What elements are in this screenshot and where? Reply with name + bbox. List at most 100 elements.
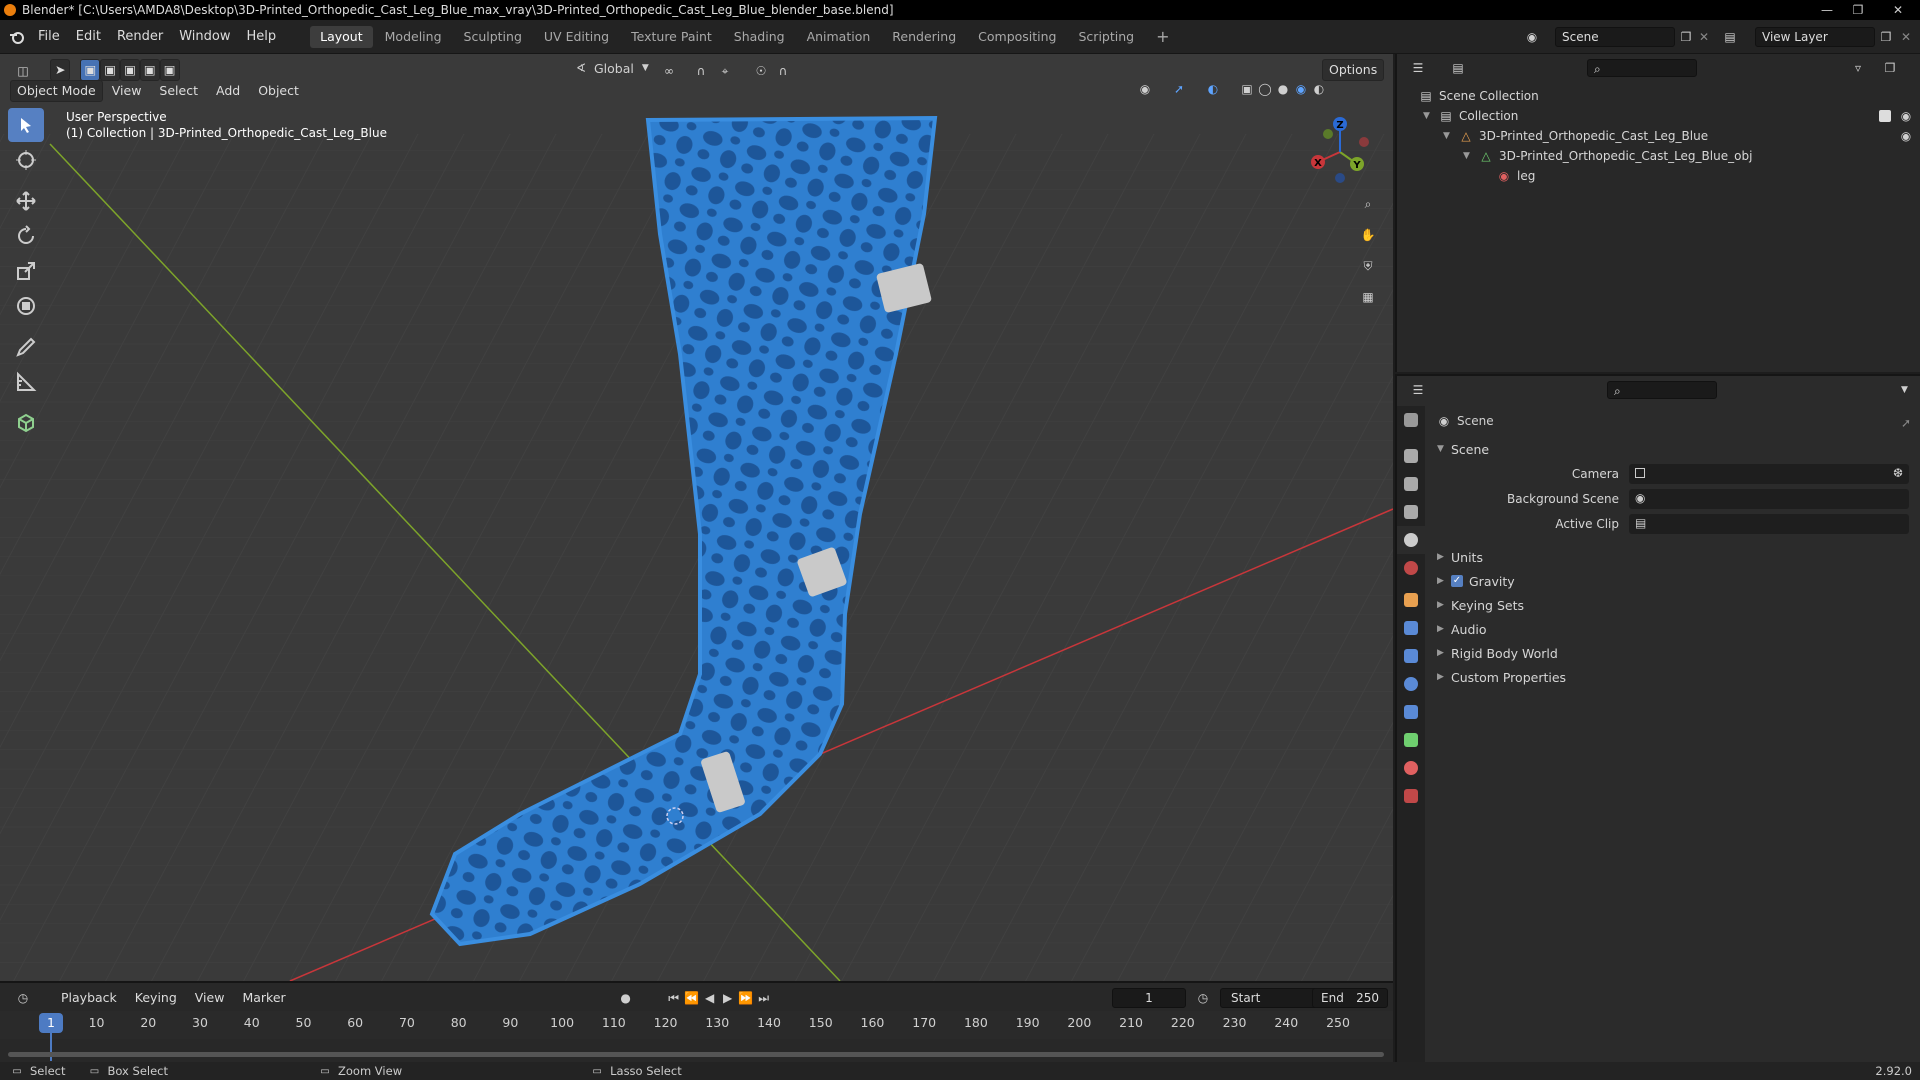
xray-icon[interactable]: ▣ [1238, 80, 1256, 98]
ortho-grid-icon[interactable]: ▦ [1354, 283, 1382, 311]
chevron-down-icon[interactable]: ▼ [1901, 385, 1908, 395]
tab-rendering[interactable]: Rendering [882, 26, 966, 48]
world-tab-icon[interactable] [1397, 554, 1425, 582]
minimize-button[interactable]: — [1812, 0, 1842, 20]
units-panel[interactable]: ▶ Units [1437, 546, 1483, 568]
solid-shading-icon[interactable]: ● [1274, 80, 1292, 98]
gravity-panel[interactable]: ▶ ✓ Gravity [1437, 570, 1515, 592]
render-tab-icon[interactable] [1397, 442, 1425, 470]
material-shading-icon[interactable]: ◉ [1292, 80, 1310, 98]
cursor-tool-icon[interactable] [8, 143, 44, 177]
active-clip-field[interactable]: ▤ [1629, 514, 1909, 534]
viewport-menu-object[interactable]: Object [249, 80, 308, 102]
scene-icon[interactable]: ◉ [1523, 28, 1541, 46]
tab-texture-paint[interactable]: Texture Paint [621, 26, 722, 48]
tab-animation[interactable]: Animation [797, 26, 881, 48]
outliner-search-input[interactable]: ⌕ [1587, 59, 1697, 77]
select-box-tool-icon[interactable] [8, 108, 44, 142]
eye-icon[interactable]: ◉ [1897, 127, 1915, 145]
expand-icon[interactable]: ▼ [1423, 111, 1437, 121]
prev-keyframe-icon[interactable]: ⏪ [683, 989, 701, 1007]
move-tool-icon[interactable] [8, 184, 44, 218]
current-frame-field[interactable]: 1 [1112, 988, 1186, 1008]
pan-hand-icon[interactable]: ✋ [1354, 221, 1382, 249]
object-tab-icon[interactable] [1397, 586, 1425, 614]
next-keyframe-icon[interactable]: ⏩ [737, 989, 755, 1007]
mode-selector[interactable]: Object Mode [10, 80, 103, 102]
measure-tool-icon[interactable] [8, 365, 44, 399]
maximize-button[interactable]: ❐ [1843, 0, 1873, 20]
timeline-menu-keying[interactable]: Keying [126, 987, 186, 1009]
view-layer-selector[interactable]: View Layer [1755, 27, 1875, 47]
keying-sets-panel[interactable]: ▶ Keying Sets [1437, 594, 1524, 616]
tab-shading[interactable]: Shading [724, 26, 795, 48]
material-tab-icon[interactable] [1397, 754, 1425, 782]
exclude-checkbox[interactable] [1879, 110, 1891, 122]
display-mode-icon[interactable]: ▤ [1449, 59, 1467, 77]
view-layer-tab-icon[interactable] [1397, 498, 1425, 526]
outliner-editor-icon[interactable]: ☰ [1409, 59, 1427, 77]
outliner-row-material[interactable]: ◉ leg [1397, 166, 1920, 186]
menu-file[interactable]: File [30, 20, 68, 54]
delete-scene-icon[interactable]: ✕ [1695, 28, 1713, 46]
modifier-tab-icon[interactable] [1397, 614, 1425, 642]
viewport-menu-select[interactable]: Select [150, 80, 207, 102]
pivot-point-icon[interactable]: ∞ [660, 62, 678, 80]
close-button[interactable]: ✕ [1878, 0, 1918, 20]
wireframe-shading-icon[interactable]: ◯ [1256, 80, 1274, 98]
outliner-row-mesh[interactable]: ▼ △ 3D-Printed_Orthopedic_Cast_Leg_Blue_… [1397, 146, 1920, 166]
timeline-editor-icon[interactable]: ◷ [14, 989, 32, 1007]
tab-compositing[interactable]: Compositing [968, 26, 1066, 48]
properties-search-input[interactable]: ⌕ [1607, 381, 1717, 399]
new-scene-icon[interactable]: ❐ [1677, 28, 1695, 46]
rendered-shading-icon[interactable]: ◐ [1310, 80, 1328, 98]
outliner-row-collection[interactable]: ▼ ▤ Collection ◉ [1397, 106, 1920, 126]
mesh-data-tab-icon[interactable] [1397, 726, 1425, 754]
transform-orientation[interactable]: ∢ Global ▼ [572, 59, 649, 77]
new-view-layer-icon[interactable]: ❐ [1877, 28, 1895, 46]
jump-end-icon[interactable]: ⏭ [755, 989, 773, 1007]
properties-editor-icon[interactable]: ☰ [1409, 381, 1427, 399]
snap-element-icon[interactable]: ⌖ [716, 62, 734, 80]
playhead[interactable]: 1 [39, 1013, 63, 1033]
auto-keying-icon[interactable]: ● [617, 989, 635, 1007]
menu-render[interactable]: Render [109, 20, 171, 54]
rotate-tool-icon[interactable] [8, 219, 44, 253]
expand-icon[interactable]: ▼ [1463, 151, 1477, 161]
scene-tab-icon[interactable] [1397, 526, 1425, 554]
tab-uv-editing[interactable]: UV Editing [534, 26, 619, 48]
options-dropdown[interactable]: Options [1322, 59, 1385, 81]
play-reverse-icon[interactable]: ◀ [701, 989, 719, 1007]
viewport-menu-view[interactable]: View [103, 80, 151, 102]
tab-modeling[interactable]: Modeling [375, 26, 452, 48]
gravity-checkbox[interactable]: ✓ [1451, 575, 1463, 587]
output-tab-icon[interactable] [1397, 470, 1425, 498]
new-collection-icon[interactable]: ❐ [1881, 59, 1899, 77]
zoom-icon[interactable]: ⌕ [1354, 190, 1382, 218]
custom-properties-panel[interactable]: ▶ Custom Properties [1437, 666, 1566, 688]
annotate-tool-icon[interactable] [8, 330, 44, 364]
add-cube-tool-icon[interactable] [8, 406, 44, 440]
camera-view-icon[interactable]: ⛨ [1354, 252, 1382, 280]
timeline-menu-playback[interactable]: Playback [52, 987, 126, 1009]
menu-edit[interactable]: Edit [68, 20, 109, 54]
blender-menu-icon[interactable] [8, 28, 26, 46]
eye-icon[interactable]: ◉ [1897, 107, 1915, 125]
outliner-row-scene-collection[interactable]: ▤ Scene Collection [1397, 86, 1920, 106]
expand-icon[interactable]: ▼ [1443, 131, 1457, 141]
transform-tool-icon[interactable] [8, 289, 44, 323]
physics-tab-icon[interactable] [1397, 670, 1425, 698]
view-layer-icon[interactable]: ▤ [1721, 28, 1739, 46]
delete-view-layer-icon[interactable]: ✕ [1897, 28, 1915, 46]
scene-selector[interactable]: Scene [1555, 27, 1675, 47]
rigid-body-world-panel[interactable]: ▶ Rigid Body World [1437, 642, 1558, 664]
constraints-tab-icon[interactable] [1397, 698, 1425, 726]
menu-window[interactable]: Window [171, 20, 238, 54]
filter-icon[interactable]: ▿ [1849, 59, 1867, 77]
timeline-menu-marker[interactable]: Marker [233, 987, 294, 1009]
timeline-menu-view[interactable]: View [186, 987, 234, 1009]
clock-icon[interactable]: ◷ [1194, 989, 1212, 1007]
outliner-row-object[interactable]: ▼ △ 3D-Printed_Orthopedic_Cast_Leg_Blue … [1397, 126, 1920, 146]
background-scene-field[interactable]: ◉ [1629, 489, 1909, 509]
gizmo-toggle-icon[interactable]: ➚ [1170, 80, 1188, 98]
